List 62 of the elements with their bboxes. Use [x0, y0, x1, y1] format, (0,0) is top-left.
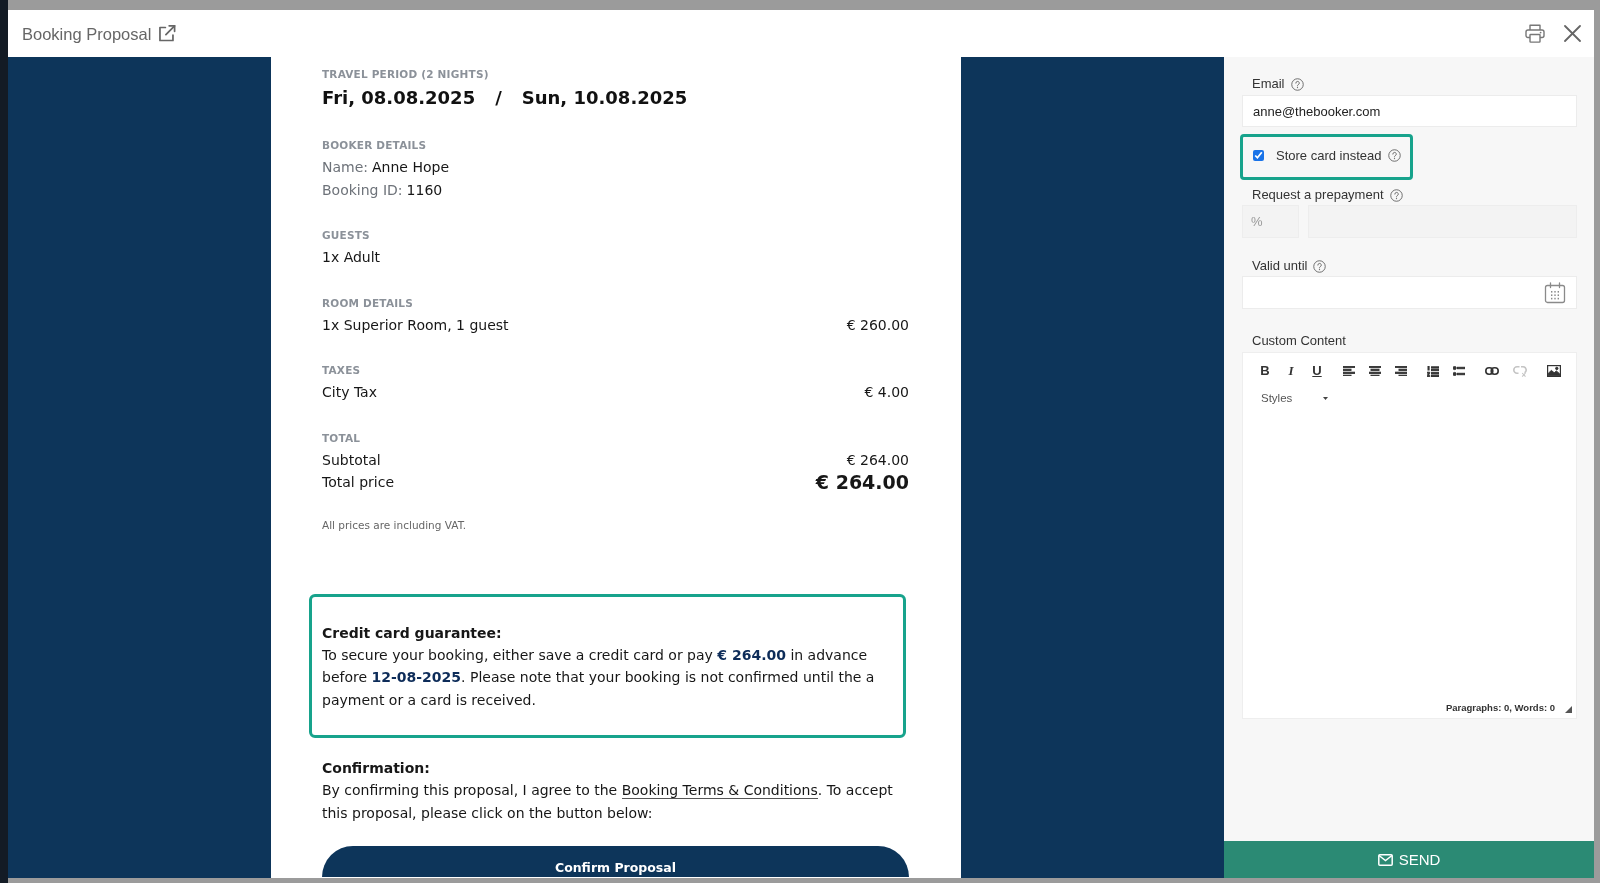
- help-icon[interactable]: [1313, 259, 1327, 273]
- detail-value: Anne Hope: [372, 158, 449, 177]
- confirm-button[interactable]: Confirm Proposal: [322, 846, 909, 877]
- bulleted-list-icon[interactable]: [1453, 366, 1465, 376]
- section-heading: GUESTS: [322, 228, 371, 242]
- price-text: € 4.00: [864, 383, 909, 402]
- text-editor[interactable]: B I U Styles Paragraphs: 0, Words: 0: [1242, 352, 1577, 719]
- italic-tool[interactable]: I: [1285, 363, 1297, 379]
- underline-tool[interactable]: U: [1311, 363, 1323, 379]
- numbered-list-icon[interactable]: [1427, 365, 1439, 377]
- link-icon[interactable]: [1485, 367, 1499, 375]
- help-icon[interactable]: [1290, 77, 1304, 91]
- detail-label: Name:: [322, 158, 369, 177]
- line-item-text: Total price: [322, 473, 394, 492]
- align-left-icon[interactable]: [1343, 366, 1355, 376]
- store-card-checkbox[interactable]: [1253, 150, 1264, 161]
- section-heading: TAXES: [322, 363, 362, 377]
- dialog-title: Booking Proposal: [22, 23, 152, 44]
- close-icon[interactable]: [1564, 25, 1581, 42]
- resize-grip-icon[interactable]: [1565, 706, 1572, 713]
- line-item-text: 1x Superior Room, 1 guest: [322, 315, 509, 335]
- line-item-text: City Tax: [322, 383, 377, 402]
- external-link-icon[interactable]: [158, 24, 177, 43]
- caret-icon: [1323, 396, 1328, 400]
- help-icon[interactable]: [1387, 149, 1401, 162]
- checkbox-label: Store card instead: [1276, 148, 1382, 163]
- print-icon[interactable]: [1525, 24, 1545, 43]
- image-icon[interactable]: [1547, 365, 1561, 377]
- line-item-text: Subtotal: [322, 450, 381, 470]
- editor-status: Paragraphs: 0, Words: 0: [1445, 702, 1555, 714]
- email-field[interactable]: anne@thebooker.com: [1242, 95, 1577, 127]
- date-text: Fri, 08.08.2025: [322, 86, 476, 110]
- detail-value: 1160: [406, 180, 443, 200]
- detail-label: Booking ID:: [322, 180, 403, 200]
- align-center-icon[interactable]: [1369, 366, 1381, 376]
- guarantee-text: To secure your booking, either save a credit card or pay € 264.00 in advance before 12-08-2025. Please note that your booking is not confirmed until the a payment or a card is received.: [322, 645, 876, 710]
- price-text: € 264.00: [815, 471, 909, 494]
- terms-link[interactable]: Booking Terms & Conditions: [621, 782, 818, 799]
- section-heading: TOTAL: [322, 430, 362, 445]
- section-heading: ROOM DETAILS: [322, 295, 414, 310]
- field-label: Valid until: [1252, 258, 1308, 274]
- date-field[interactable]: [1242, 276, 1577, 309]
- calendar-icon[interactable]: [1544, 281, 1566, 304]
- date-separator: /: [495, 86, 502, 110]
- price-text: € 264.00: [846, 450, 909, 470]
- date-text: Sun, 10.08.2025: [521, 86, 688, 110]
- styles-dropdown[interactable]: Styles: [1261, 390, 1328, 406]
- align-right-icon[interactable]: [1395, 366, 1407, 376]
- guarantee-heading: Credit card guarantee:: [322, 623, 503, 643]
- field-label: Email: [1252, 76, 1285, 92]
- section-heading: BOOKER DETAILS: [322, 138, 428, 152]
- vat-note: All prices are including VAT.: [322, 517, 468, 532]
- send-button[interactable]: SEND: [1224, 841, 1594, 878]
- confirmation-text: By confirming this proposal, I agree to the Booking Terms & Conditions. To accept this proposal, please click on the button below:: [322, 781, 894, 823]
- price-text: € 260.00: [846, 315, 909, 335]
- field-label: Custom Content: [1252, 333, 1346, 349]
- bold-tool[interactable]: B: [1259, 363, 1271, 379]
- confirmation-heading: Confirmation:: [322, 759, 431, 778]
- field-label: Request a prepayment: [1252, 187, 1384, 203]
- envelope-icon: [1377, 853, 1393, 866]
- section-heading: TRAVEL PERIOD (2 NIGHTS): [322, 67, 490, 81]
- line-item-text: 1x Adult: [322, 248, 381, 267]
